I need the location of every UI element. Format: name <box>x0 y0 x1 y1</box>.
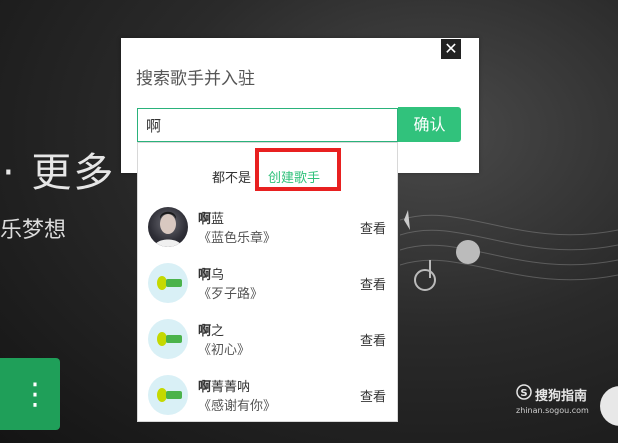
result-name: 啊乌 <box>198 268 225 283</box>
singer-search-input[interactable] <box>137 108 398 142</box>
qq-music-logo-icon <box>149 264 187 302</box>
view-button[interactable]: 查看 <box>360 330 386 349</box>
qq-music-logo-icon <box>149 376 187 414</box>
close-icon: ✕ <box>444 39 458 58</box>
create-singer-link[interactable]: 创建歌手 <box>268 167 320 186</box>
avatar <box>148 207 188 247</box>
result-name: 啊蓝 <box>198 212 225 227</box>
result-album: 《感谢有你》 <box>198 399 277 414</box>
svg-text:S: S <box>520 388 527 399</box>
result-name: 啊之 <box>198 324 225 339</box>
music-decoration-icon <box>400 210 618 291</box>
view-button[interactable]: 查看 <box>360 274 386 293</box>
search-results-dropdown: 都不是 创建歌手 啊蓝 《蓝色乐章》 查看 啊乌 《歹子路》 查看 啊之 《初心… <box>137 142 398 422</box>
avatar <box>148 375 188 415</box>
result-album: 《初心》 <box>198 343 251 358</box>
view-button[interactable]: 查看 <box>360 386 386 405</box>
sogou-logo-icon: S <box>516 384 532 404</box>
none-of-these-label: 都不是 <box>212 171 252 186</box>
result-name: 啊菁菁呐 <box>198 380 251 395</box>
result-item[interactable]: 啊乌 《歹子路》 查看 <box>138 263 397 317</box>
close-button[interactable]: ✕ <box>441 39 461 59</box>
background-circle-button[interactable] <box>600 386 618 426</box>
background-green-button[interactable]: ⋮ <box>0 358 60 430</box>
result-album: 《蓝色乐章》 <box>198 231 277 246</box>
watermark-url: zhinan.sogou.com <box>516 406 589 415</box>
none-of-these-row: 都不是 创建歌手 <box>138 143 397 201</box>
result-item[interactable]: 啊之 《初心》 查看 <box>138 319 397 373</box>
view-button[interactable]: 查看 <box>360 218 386 237</box>
confirm-button[interactable]: 确认 <box>398 107 461 142</box>
qq-music-logo-icon <box>149 320 187 358</box>
result-item[interactable]: 啊蓝 《蓝色乐章》 查看 <box>138 207 397 261</box>
result-item[interactable]: 啊菁菁呐 《感谢有你》 查看 <box>138 375 397 429</box>
dialog-title: 搜索歌手并入驻 <box>136 69 255 89</box>
background-headline: · 更多 <box>2 150 116 196</box>
result-album: 《歹子路》 <box>198 287 264 302</box>
avatar <box>148 263 188 303</box>
background-subline: 乐梦想 <box>0 218 67 243</box>
green-button-glyph: ⋮ <box>20 376 50 412</box>
singer-photo-icon <box>154 211 182 247</box>
avatar <box>148 319 188 359</box>
sogou-watermark: S 搜狗指南 zhinan.sogou.com <box>516 384 589 415</box>
watermark-brand: 搜狗指南 <box>535 388 588 404</box>
